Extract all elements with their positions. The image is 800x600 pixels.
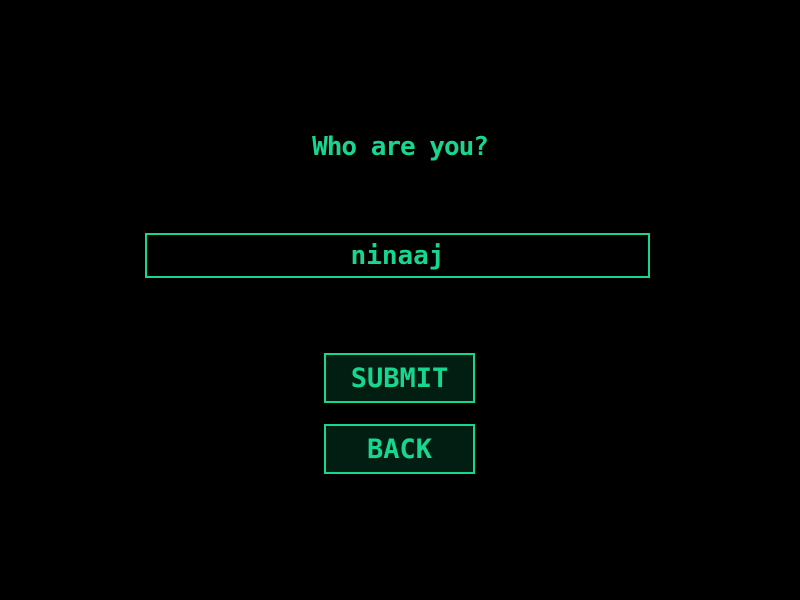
- back-button[interactable]: BACK: [324, 424, 475, 474]
- submit-button[interactable]: SUBMIT: [324, 353, 475, 403]
- name-entry-screen: Who are you? ninaaj SUBMIT BACK: [0, 0, 800, 600]
- prompt-title: Who are you?: [312, 132, 489, 162]
- name-input[interactable]: ninaaj: [145, 233, 650, 278]
